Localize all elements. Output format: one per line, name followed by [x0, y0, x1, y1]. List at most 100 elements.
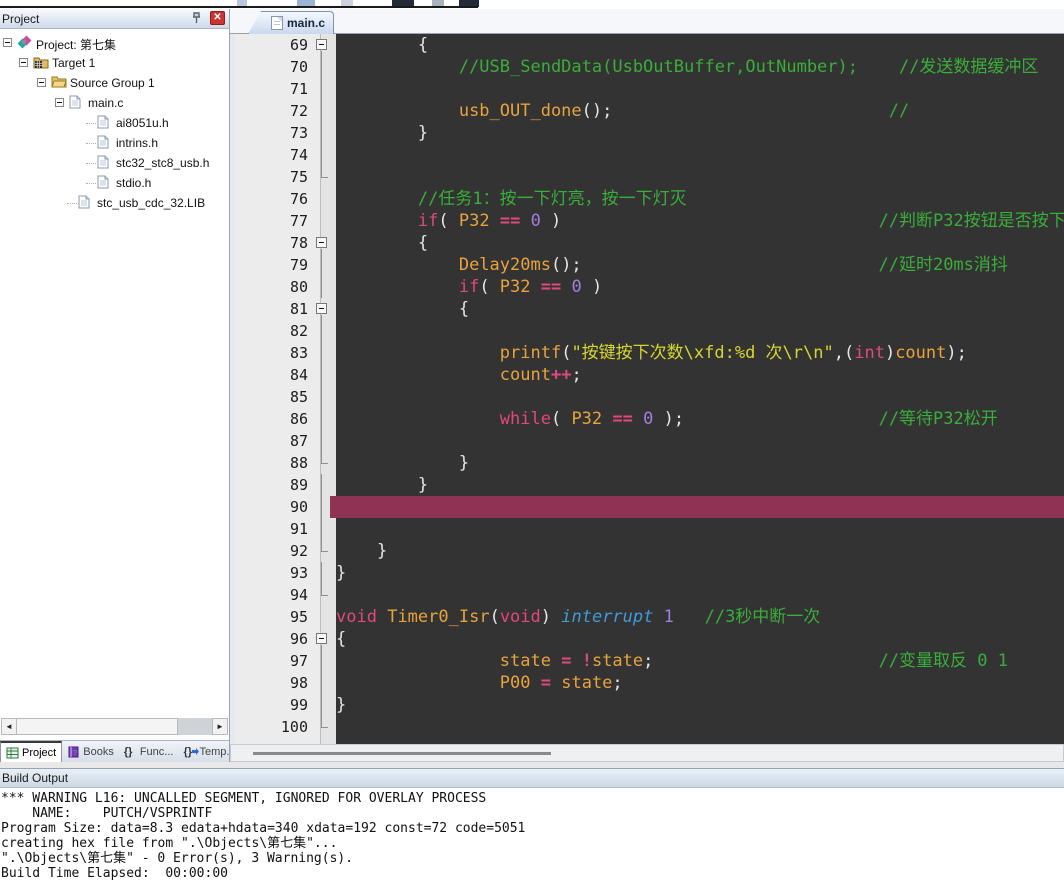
line-number: 71	[289, 80, 308, 98]
code-line[interactable]: 99}	[235, 694, 1064, 716]
code-text: }	[376, 541, 388, 561]
code-line[interactable]: 100	[235, 716, 1064, 738]
code-text: state = !state; //变量取反 0 1	[499, 651, 1008, 671]
code-line[interactable]: 92 }	[235, 540, 1064, 562]
code-text: {	[336, 629, 347, 649]
code-line[interactable]: 75	[235, 166, 1064, 188]
line-number: 97	[289, 652, 308, 670]
fold-collapse-icon[interactable]	[316, 39, 327, 50]
code-line[interactable]: 96 {	[235, 628, 1064, 650]
code-line[interactable]: 80 if( P32 == 0 )	[235, 276, 1064, 298]
project-panel-hscrollbar[interactable]: ◄ ►	[1, 718, 228, 735]
tree-connector	[86, 163, 96, 165]
code-line[interactable]: 90	[235, 496, 1064, 518]
fold-margin[interactable]	[314, 232, 330, 254]
code-text: printf("按键按下次数\xfd:%d 次\r\n",(int)count)…	[499, 343, 967, 363]
fold-margin[interactable]	[314, 34, 330, 56]
file-icon	[78, 195, 93, 210]
fold-collapse-icon[interactable]	[316, 237, 327, 248]
code-line[interactable]: 89 }	[235, 474, 1064, 496]
code-line[interactable]: 84 count++;	[235, 364, 1064, 386]
tree-item[interactable]: intrins.h	[0, 133, 228, 153]
tab-main-c[interactable]: main.c	[248, 11, 334, 34]
code-text: if( P32 == 0 )	[458, 277, 603, 297]
code-line[interactable]: 97 state = !state; //变量取反 0 1	[235, 650, 1064, 672]
tree-item[interactable]: stc32_stc8_usb.h	[0, 153, 228, 173]
fold-margin[interactable]	[314, 298, 330, 320]
close-icon[interactable]: ✕	[210, 11, 225, 25]
expander-minus-icon[interactable]	[3, 38, 12, 47]
line-number: 72	[289, 102, 308, 120]
tree-item[interactable]: main.c	[0, 93, 228, 113]
build-output-line: NAME: PUTCH/VSPRINTF	[1, 806, 213, 821]
tree-item-label: stdio.h	[116, 176, 152, 190]
code-line[interactable]: 82	[235, 320, 1064, 342]
code-editor[interactable]: 69 {70 //USB_SendData(UsbOutBuffer,OutNu…	[230, 34, 1064, 744]
fold-collapse-icon[interactable]	[316, 303, 327, 314]
tree-item[interactable]: Source Group 1	[0, 73, 228, 93]
fold-margin	[314, 254, 330, 276]
scroll-right-arrow-icon[interactable]: ►	[212, 718, 228, 735]
code-line[interactable]: 88 }	[235, 452, 1064, 474]
tree-item-label: main.c	[88, 96, 124, 110]
tree-item-label: intrins.h	[116, 136, 159, 150]
panel-tab-project[interactable]: Project	[0, 741, 63, 762]
code-line[interactable]: 91	[235, 518, 1064, 540]
code-line[interactable]: 72 usb_OUT_done(); //	[235, 100, 1064, 122]
panel-tab-books[interactable]: ? Books	[62, 741, 119, 762]
panel-tab-func[interactable]: {} Func...	[119, 741, 179, 762]
tree-item[interactable]: stdio.h	[0, 173, 228, 193]
fold-margin	[314, 320, 330, 342]
editor-hscrollbar[interactable]	[230, 744, 1064, 762]
build-output-header: Build Output	[0, 768, 1064, 788]
expander-minus-icon[interactable]	[37, 78, 46, 87]
book-icon: ?	[67, 746, 80, 758]
fold-margin	[314, 342, 330, 364]
line-number: 92	[289, 542, 308, 560]
toolbar-underline	[0, 6, 478, 8]
code-line[interactable]: 93}	[235, 562, 1064, 584]
code-line[interactable]: 73 }	[235, 122, 1064, 144]
code-line[interactable]: 85	[235, 386, 1064, 408]
code-line[interactable]: 77 if( P32 == 0 ) //判断P32按钮是否按下	[235, 210, 1064, 232]
code-line[interactable]: 74	[235, 144, 1064, 166]
line-number: 94	[289, 586, 308, 604]
code-line[interactable]: 87	[235, 430, 1064, 452]
code-line[interactable]: 76 //任务1：按一下灯亮，按一下灯灭	[235, 188, 1064, 210]
code-line[interactable]: 70 //USB_SendData(UsbOutBuffer,OutNumber…	[235, 56, 1064, 78]
code-line[interactable]: 94	[235, 584, 1064, 606]
file-icon	[69, 95, 84, 110]
code-line[interactable]: 95 void Timer0_Isr(void) interrupt 1 //3秒…	[235, 606, 1064, 628]
fold-margin	[314, 364, 330, 386]
tree-item-label: Project: 第七集	[36, 38, 117, 52]
code-line[interactable]: 98 P00 = state;	[235, 672, 1064, 694]
tree-item[interactable]: Target 1	[0, 53, 228, 73]
line-number: 75	[289, 168, 308, 186]
tree-item[interactable]: ai8051u.h	[0, 113, 228, 133]
scroll-left-arrow-icon[interactable]: ◄	[1, 718, 17, 735]
pin-icon[interactable]	[189, 11, 203, 25]
code-line[interactable]: 86 while( P32 == 0 ); //等待P32松开	[235, 408, 1064, 430]
fold-margin	[314, 452, 330, 474]
code-line[interactable]: 79 Delay20ms(); //延时20ms消抖	[235, 254, 1064, 276]
project-panel: Project ✕ Project: 第七集 Target 1 Source Gro…	[0, 9, 236, 762]
scrollbar-thumb[interactable]	[16, 718, 178, 735]
line-number: 100	[280, 718, 308, 736]
expander-minus-icon[interactable]	[19, 58, 28, 67]
code-line[interactable]: 71	[235, 78, 1064, 100]
line-number: 84	[289, 366, 308, 384]
tree-item[interactable]: stc_usb_cdc_32.LIB	[0, 193, 228, 213]
line-number: 69	[289, 36, 308, 54]
code-line[interactable]: 78 {	[235, 232, 1064, 254]
scrollbar-thumb[interactable]	[253, 752, 551, 755]
expander-minus-icon[interactable]	[55, 98, 64, 107]
fold-collapse-icon[interactable]	[316, 633, 327, 644]
tree-item[interactable]: Project: 第七集	[0, 33, 228, 53]
fold-margin[interactable]	[314, 628, 330, 650]
code-line[interactable]: 81 {	[235, 298, 1064, 320]
code-line[interactable]: 69 {	[235, 34, 1064, 56]
code-line[interactable]: 83 printf("按键按下次数\xfd:%d 次\r\n",(int)cou…	[235, 342, 1064, 364]
